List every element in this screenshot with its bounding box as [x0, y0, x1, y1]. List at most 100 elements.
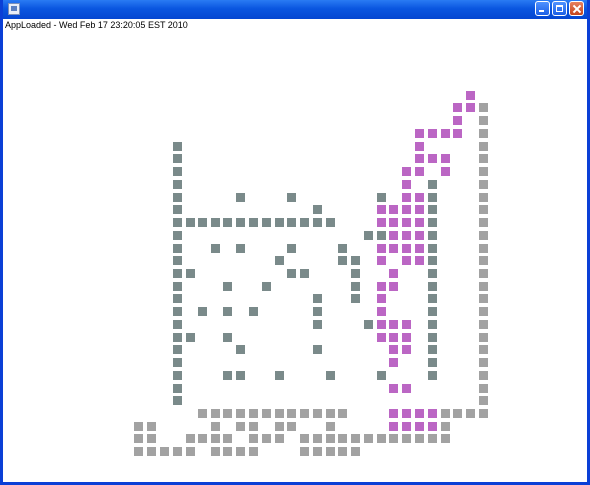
gray-tile: [351, 447, 360, 456]
gray-tile: [262, 434, 271, 443]
purple-tile: [441, 167, 450, 176]
slate-tile: [377, 231, 386, 240]
slate-tile: [173, 345, 182, 354]
slate-tile: [313, 294, 322, 303]
slate-tile: [428, 180, 437, 189]
gray-tile: [453, 409, 462, 418]
tile-canvas[interactable]: [3, 0, 590, 485]
gray-tile: [160, 447, 169, 456]
gray-tile: [198, 409, 207, 418]
gray-tile: [389, 434, 398, 443]
gray-tile: [211, 447, 220, 456]
slate-tile: [428, 294, 437, 303]
slate-tile: [275, 371, 284, 380]
slate-tile: [186, 269, 195, 278]
slate-tile: [300, 218, 309, 227]
slate-tile: [198, 218, 207, 227]
slate-tile: [300, 269, 309, 278]
slate-tile: [173, 180, 182, 189]
slate-tile: [173, 154, 182, 163]
gray-tile: [249, 422, 258, 431]
slate-tile: [236, 218, 245, 227]
purple-tile: [402, 231, 411, 240]
purple-tile: [402, 320, 411, 329]
purple-tile: [402, 409, 411, 418]
slate-tile: [428, 218, 437, 227]
gray-tile: [313, 447, 322, 456]
slate-tile: [173, 320, 182, 329]
purple-tile: [466, 91, 475, 100]
slate-tile: [351, 269, 360, 278]
gray-tile: [479, 129, 488, 138]
purple-tile: [377, 282, 386, 291]
purple-tile: [389, 244, 398, 253]
purple-tile: [415, 231, 424, 240]
purple-tile: [389, 422, 398, 431]
slate-tile: [326, 371, 335, 380]
gray-tile: [441, 422, 450, 431]
gray-tile: [300, 409, 309, 418]
slate-tile: [313, 307, 322, 316]
purple-tile: [389, 333, 398, 342]
purple-tile: [415, 256, 424, 265]
gray-tile: [249, 409, 258, 418]
purple-tile: [389, 218, 398, 227]
slate-tile: [313, 205, 322, 214]
purple-tile: [402, 180, 411, 189]
gray-tile: [262, 409, 271, 418]
gray-tile: [300, 434, 309, 443]
gray-tile: [351, 434, 360, 443]
gray-tile: [466, 409, 475, 418]
purple-tile: [415, 129, 424, 138]
purple-tile: [389, 282, 398, 291]
purple-tile: [415, 193, 424, 202]
gray-tile: [479, 396, 488, 405]
purple-tile: [377, 294, 386, 303]
gray-tile: [147, 422, 156, 431]
purple-tile: [428, 422, 437, 431]
purple-tile: [377, 320, 386, 329]
gray-tile: [415, 434, 424, 443]
gray-tile: [479, 307, 488, 316]
gray-tile: [338, 447, 347, 456]
purple-tile: [377, 256, 386, 265]
purple-tile: [389, 358, 398, 367]
gray-tile: [326, 434, 335, 443]
slate-tile: [428, 256, 437, 265]
purple-tile: [402, 193, 411, 202]
gray-tile: [428, 434, 437, 443]
gray-tile: [134, 422, 143, 431]
slate-tile: [173, 244, 182, 253]
slate-tile: [249, 307, 258, 316]
gray-tile: [173, 447, 182, 456]
purple-tile: [428, 154, 437, 163]
slate-tile: [223, 218, 232, 227]
gray-tile: [479, 409, 488, 418]
purple-tile: [402, 422, 411, 431]
purple-tile: [402, 345, 411, 354]
slate-tile: [186, 218, 195, 227]
gray-tile: [479, 205, 488, 214]
gray-tile: [211, 409, 220, 418]
gray-tile: [211, 422, 220, 431]
slate-tile: [173, 294, 182, 303]
purple-tile: [377, 244, 386, 253]
purple-tile: [441, 129, 450, 138]
gray-tile: [479, 116, 488, 125]
gray-tile: [364, 434, 373, 443]
slate-tile: [287, 269, 296, 278]
purple-tile: [402, 256, 411, 265]
gray-tile: [300, 447, 309, 456]
slate-tile: [186, 333, 195, 342]
gray-tile: [134, 447, 143, 456]
purple-tile: [453, 129, 462, 138]
gray-tile: [338, 409, 347, 418]
purple-tile: [389, 345, 398, 354]
purple-tile: [466, 103, 475, 112]
slate-tile: [364, 320, 373, 329]
gray-tile: [287, 422, 296, 431]
purple-tile: [389, 231, 398, 240]
gray-tile: [313, 434, 322, 443]
purple-tile: [402, 167, 411, 176]
purple-tile: [377, 205, 386, 214]
